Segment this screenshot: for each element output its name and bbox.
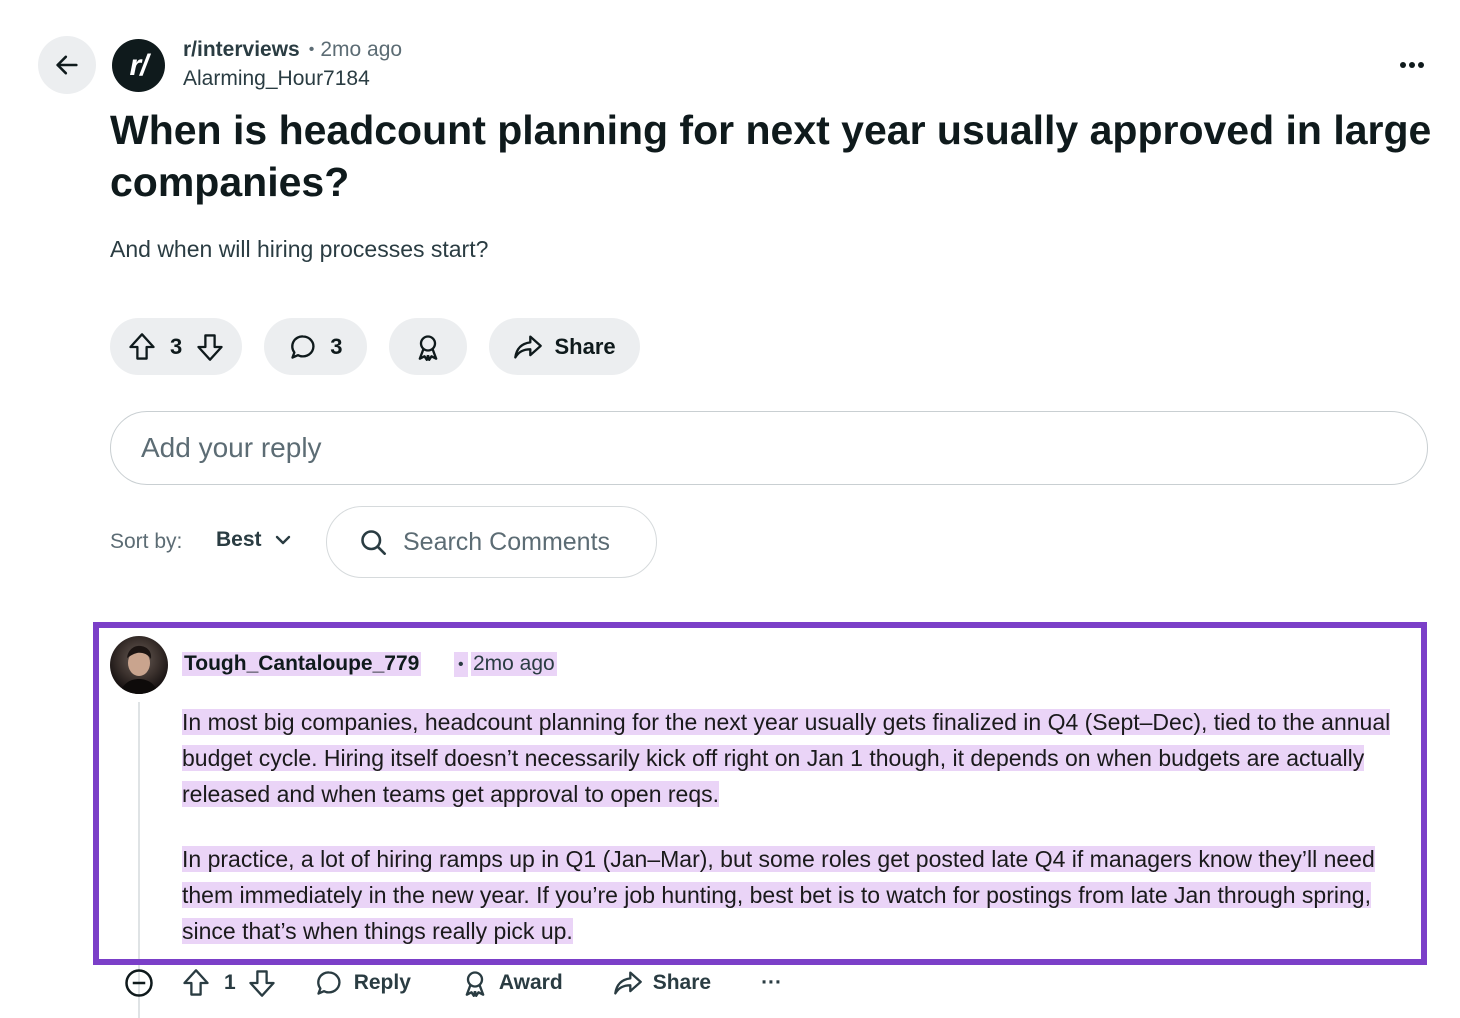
award-label: Award	[498, 971, 563, 994]
meta-separator: •	[308, 41, 315, 58]
subreddit-avatar[interactable]: r/	[112, 39, 165, 92]
more-horizontal-icon	[1400, 62, 1424, 68]
post-title: When is headcount planning for next year…	[110, 107, 1432, 205]
comment-share-button[interactable]: Share	[613, 969, 711, 997]
collapse-minus-icon	[125, 969, 153, 997]
reply-label: Reply	[353, 971, 411, 994]
highlight-box	[93, 622, 1427, 965]
downvote-icon	[248, 970, 275, 997]
comment-award-button[interactable]: Award	[461, 969, 563, 997]
more-horizontal-icon: ···	[761, 971, 783, 994]
comment-count: 3	[330, 333, 343, 359]
post-time: 2mo ago	[320, 38, 403, 61]
back-button[interactable]	[38, 36, 96, 94]
sort-value: Best	[216, 528, 262, 551]
share-button[interactable]: Share	[488, 318, 640, 375]
arrow-left-icon	[56, 55, 78, 75]
reply-input[interactable]: Add your reply	[110, 411, 1428, 485]
downvote-icon[interactable]	[196, 332, 224, 362]
share-label: Share	[554, 333, 616, 359]
award-button[interactable]	[388, 318, 467, 375]
sort-dropdown[interactable]: Best	[216, 528, 292, 552]
comment-upvote-button[interactable]	[182, 968, 210, 998]
award-icon	[418, 334, 437, 361]
post-meta: r/interviews • 2mo ago	[183, 38, 402, 62]
post-author[interactable]: Alarming_Hour7184	[183, 67, 370, 91]
comment-reply-button[interactable]: Reply	[314, 969, 411, 997]
sort-label: Sort by:	[110, 530, 183, 553]
vote-pill: 3	[110, 318, 243, 375]
share-icon	[613, 971, 642, 995]
reply-placeholder: Add your reply	[141, 432, 322, 463]
comments-button[interactable]: 3	[264, 318, 367, 375]
search-placeholder: Search Comments	[403, 527, 611, 556]
comment-action-bar: 1 Reply Award Share ···	[124, 968, 782, 998]
more-options-button[interactable]	[1392, 50, 1432, 80]
comment-icon	[291, 334, 315, 359]
upvote-icon[interactable]	[128, 332, 156, 362]
search-icon	[361, 530, 386, 555]
subreddit-link[interactable]: r/interviews	[183, 38, 300, 62]
upvote-icon	[183, 969, 209, 996]
comment-downvote-button[interactable]	[248, 968, 276, 998]
comment-icon	[316, 971, 341, 995]
comment-share-label: Share	[652, 971, 712, 994]
comment-more-button[interactable]: ···	[761, 971, 782, 995]
search-comments-input[interactable]: Search Comments	[326, 506, 657, 578]
collapse-button[interactable]	[124, 968, 154, 998]
post-body: And when will hiring processes start?	[110, 236, 489, 262]
post-action-bar: 3 3 Share	[110, 318, 640, 375]
post-vote-count: 3	[170, 333, 183, 359]
comment-vote-count: 1	[224, 971, 236, 994]
share-icon	[513, 334, 542, 359]
award-icon	[465, 971, 485, 997]
chevron-down-icon	[275, 535, 290, 545]
